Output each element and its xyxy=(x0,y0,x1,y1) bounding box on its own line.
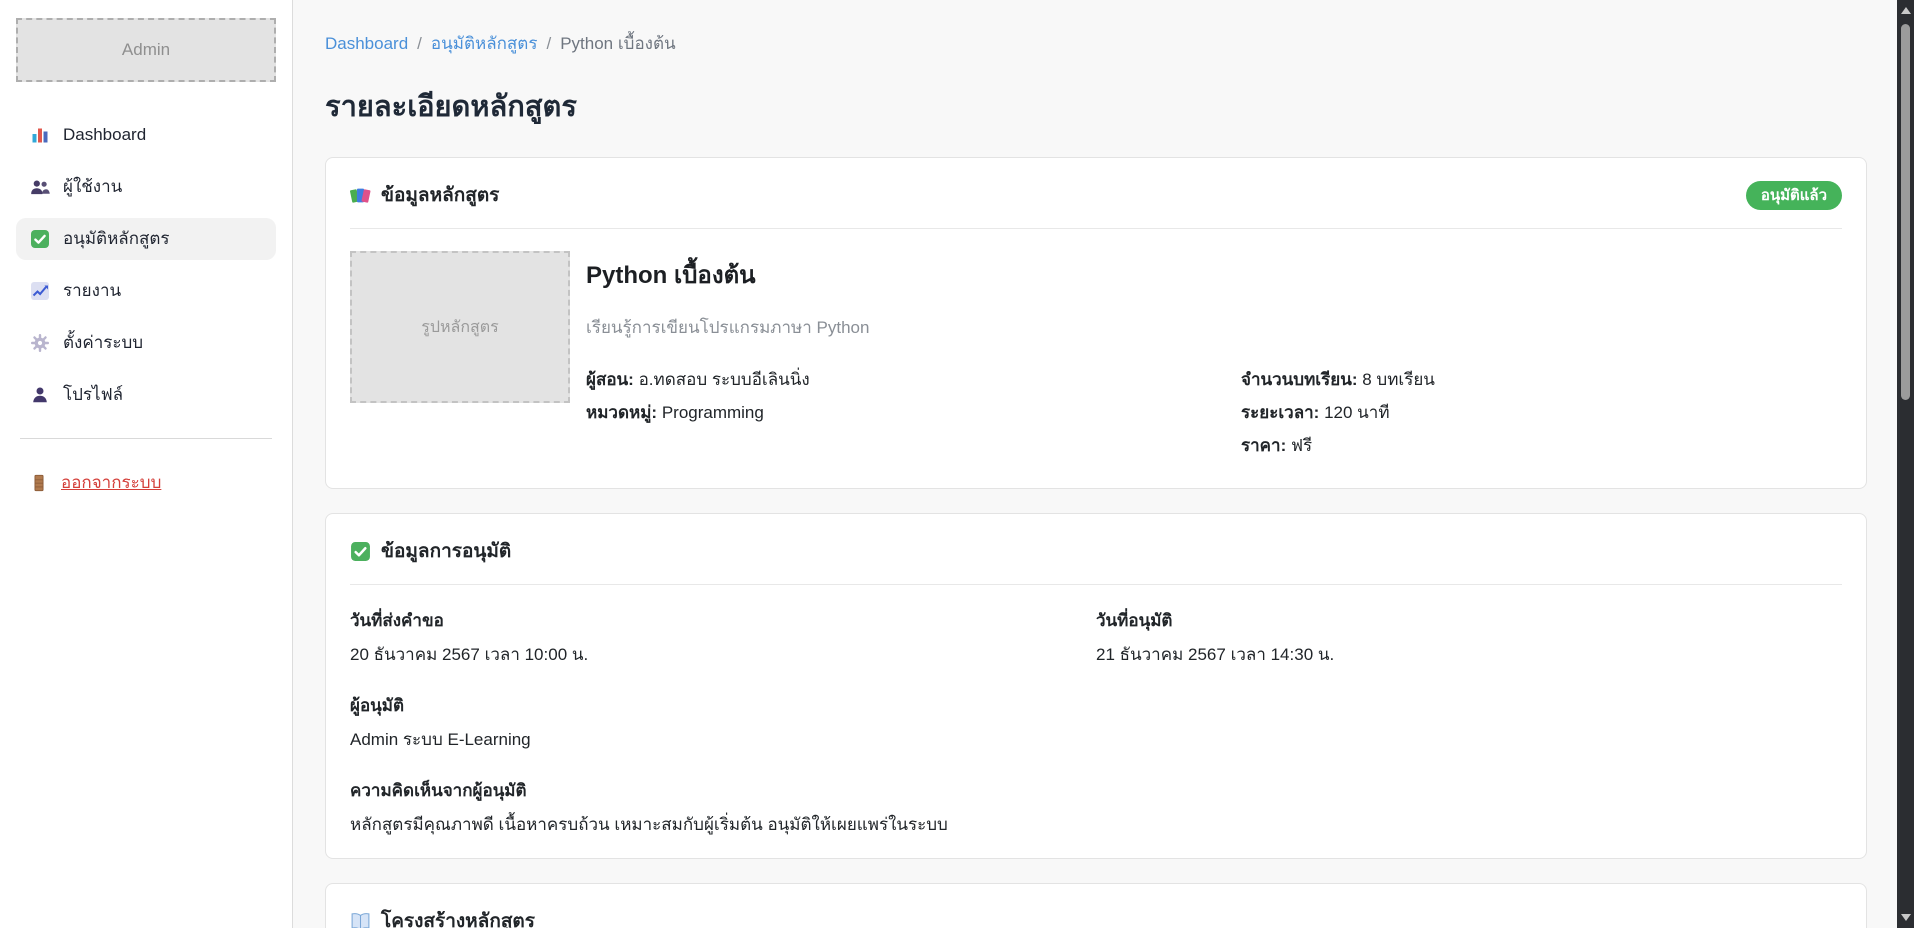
sidebar: Admin Dashboard ผู้ใช้งาน อนุมัติหลักสูต… xyxy=(0,0,293,928)
breadcrumb: Dashboard / อนุมัติหลักสูตร / Python เบื… xyxy=(325,30,1867,57)
scrollbar-thumb[interactable] xyxy=(1901,24,1910,400)
field-approver: ผู้อนุมัติ Admin ระบบ E-Learning xyxy=(350,692,1842,751)
course-info: Python เบื้องต้น เรียนรู้การเขียนโปรแกรม… xyxy=(586,251,1842,466)
field-approval-date: วันที่อนุมัติ 21 ธันวาคม 2567 เวลา 14:30… xyxy=(1096,607,1842,666)
vertical-scrollbar[interactable] xyxy=(1897,0,1914,928)
open-book-icon xyxy=(350,911,371,928)
person-icon xyxy=(30,385,50,405)
admin-logo-placeholder: Admin xyxy=(16,18,276,82)
breadcrumb-link-course-approval[interactable]: อนุมัติหลักสูตร xyxy=(431,30,538,57)
meta-instructor: ผู้สอน: อ.ทดสอบ ระบบอีเลินนิ่ง xyxy=(586,367,1241,393)
course-card-title-row: ข้อมูลหลักสูตร xyxy=(350,180,499,210)
approve-check-icon xyxy=(350,541,371,562)
meta-duration: ระยะเวลา: 120 นาที xyxy=(1241,400,1842,426)
approve-check-icon xyxy=(30,229,50,249)
sidebar-nav: Dashboard ผู้ใช้งาน อนุมัติหลักสูตร รายง… xyxy=(16,114,276,416)
sidebar-item-label: โปรไฟล์ xyxy=(63,384,123,406)
course-meta: ผู้สอน: อ.ทดสอบ ระบบอีเลินนิ่ง หมวดหมู่:… xyxy=(586,367,1842,466)
trend-chart-icon xyxy=(30,281,50,301)
course-meta-left: ผู้สอน: อ.ทดสอบ ระบบอีเลินนิ่ง หมวดหมู่:… xyxy=(586,367,1241,466)
approval-card-header: ข้อมูลการอนุมัติ xyxy=(350,536,1842,566)
approval-info-card: ข้อมูลการอนุมัติ วันที่ส่งคำขอ 20 ธันวาค… xyxy=(325,513,1867,859)
status-badge: อนุมัติแล้ว xyxy=(1746,181,1842,210)
course-structure-card: โครงสร้างหลักสูตร xyxy=(325,883,1867,928)
course-card-title: ข้อมูลหลักสูตร xyxy=(381,180,499,210)
field-request-date: วันที่ส่งคำขอ 20 ธันวาคม 2567 เวลา 10:00… xyxy=(350,607,1096,666)
sidebar-divider xyxy=(20,438,272,439)
scrollbar-down-arrow-icon[interactable] xyxy=(1901,914,1911,921)
sidebar-item-reports[interactable]: รายงาน xyxy=(16,270,276,312)
app-window: Admin Dashboard ผู้ใช้งาน อนุมัติหลักสูต… xyxy=(0,0,1914,928)
field-approver-comment: ความคิดเห็นจากผู้อนุมัติ หลักสูตรมีคุณภา… xyxy=(350,777,1842,836)
logout-link[interactable]: ออกจากระบบ xyxy=(16,465,276,500)
sidebar-item-dashboard[interactable]: Dashboard xyxy=(16,114,276,156)
course-meta-right: จำนวนบทเรียน: 8 บทเรียน ระยะเวลา: 120 นา… xyxy=(1241,367,1842,466)
meta-lesson-count: จำนวนบทเรียน: 8 บทเรียน xyxy=(1241,367,1842,393)
sidebar-item-label: รายงาน xyxy=(63,280,121,302)
books-icon xyxy=(350,185,371,206)
sidebar-item-label: ตั้งค่าระบบ xyxy=(63,332,143,354)
course-body: รูปหลักสูตร Python เบื้องต้น เรียนรู้การ… xyxy=(350,251,1842,466)
logout-label: ออกจากระบบ xyxy=(61,469,161,496)
main-content: Dashboard / อนุมัติหลักสูตร / Python เบื… xyxy=(293,0,1897,928)
sidebar-item-course-approval[interactable]: อนุมัติหลักสูตร xyxy=(16,218,276,260)
approval-card-title-row: ข้อมูลการอนุมัติ xyxy=(350,536,511,566)
card-divider xyxy=(350,584,1842,585)
gear-icon xyxy=(30,333,50,353)
scrollbar-up-arrow-icon[interactable] xyxy=(1901,7,1911,14)
bar-chart-icon xyxy=(30,125,50,145)
approval-fields: วันที่ส่งคำขอ 20 ธันวาคม 2567 เวลา 10:00… xyxy=(350,607,1842,836)
breadcrumb-current: Python เบื้องต้น xyxy=(560,30,675,57)
approval-card-title: ข้อมูลการอนุมัติ xyxy=(381,536,511,566)
structure-card-title: โครงสร้างหลักสูตร xyxy=(381,906,535,928)
course-image-label: รูปหลักสูตร xyxy=(421,315,499,340)
admin-logo-label: Admin xyxy=(122,40,170,60)
breadcrumb-separator: / xyxy=(417,34,422,54)
structure-card-title-row: โครงสร้างหลักสูตร xyxy=(350,906,535,928)
breadcrumb-separator: / xyxy=(546,34,551,54)
course-image-placeholder: รูปหลักสูตร xyxy=(350,251,570,403)
course-name: Python เบื้องต้น xyxy=(586,255,1842,294)
breadcrumb-link-dashboard[interactable]: Dashboard xyxy=(325,34,408,54)
sidebar-item-profile[interactable]: โปรไฟล์ xyxy=(16,374,276,416)
sidebar-item-settings[interactable]: ตั้งค่าระบบ xyxy=(16,322,276,364)
users-icon xyxy=(30,177,50,197)
sidebar-item-label: Dashboard xyxy=(63,124,146,146)
course-info-card: ข้อมูลหลักสูตร อนุมัติแล้ว รูปหลักสูตร P… xyxy=(325,157,1867,489)
meta-price: ราคา: ฟรี xyxy=(1241,433,1842,459)
sidebar-item-label: อนุมัติหลักสูตร xyxy=(63,228,170,250)
meta-category: หมวดหมู่: Programming xyxy=(586,400,1241,426)
door-icon xyxy=(30,474,48,492)
course-description: เรียนรู้การเขียนโปรแกรมภาษา Python xyxy=(586,314,1842,341)
course-card-header: ข้อมูลหลักสูตร อนุมัติแล้ว xyxy=(350,180,1842,210)
card-divider xyxy=(350,228,1842,229)
structure-card-header: โครงสร้างหลักสูตร xyxy=(350,906,1842,928)
page-title: รายละเอียดหลักสูตร xyxy=(325,83,1867,129)
sidebar-item-users[interactable]: ผู้ใช้งาน xyxy=(16,166,276,208)
sidebar-item-label: ผู้ใช้งาน xyxy=(63,176,122,198)
